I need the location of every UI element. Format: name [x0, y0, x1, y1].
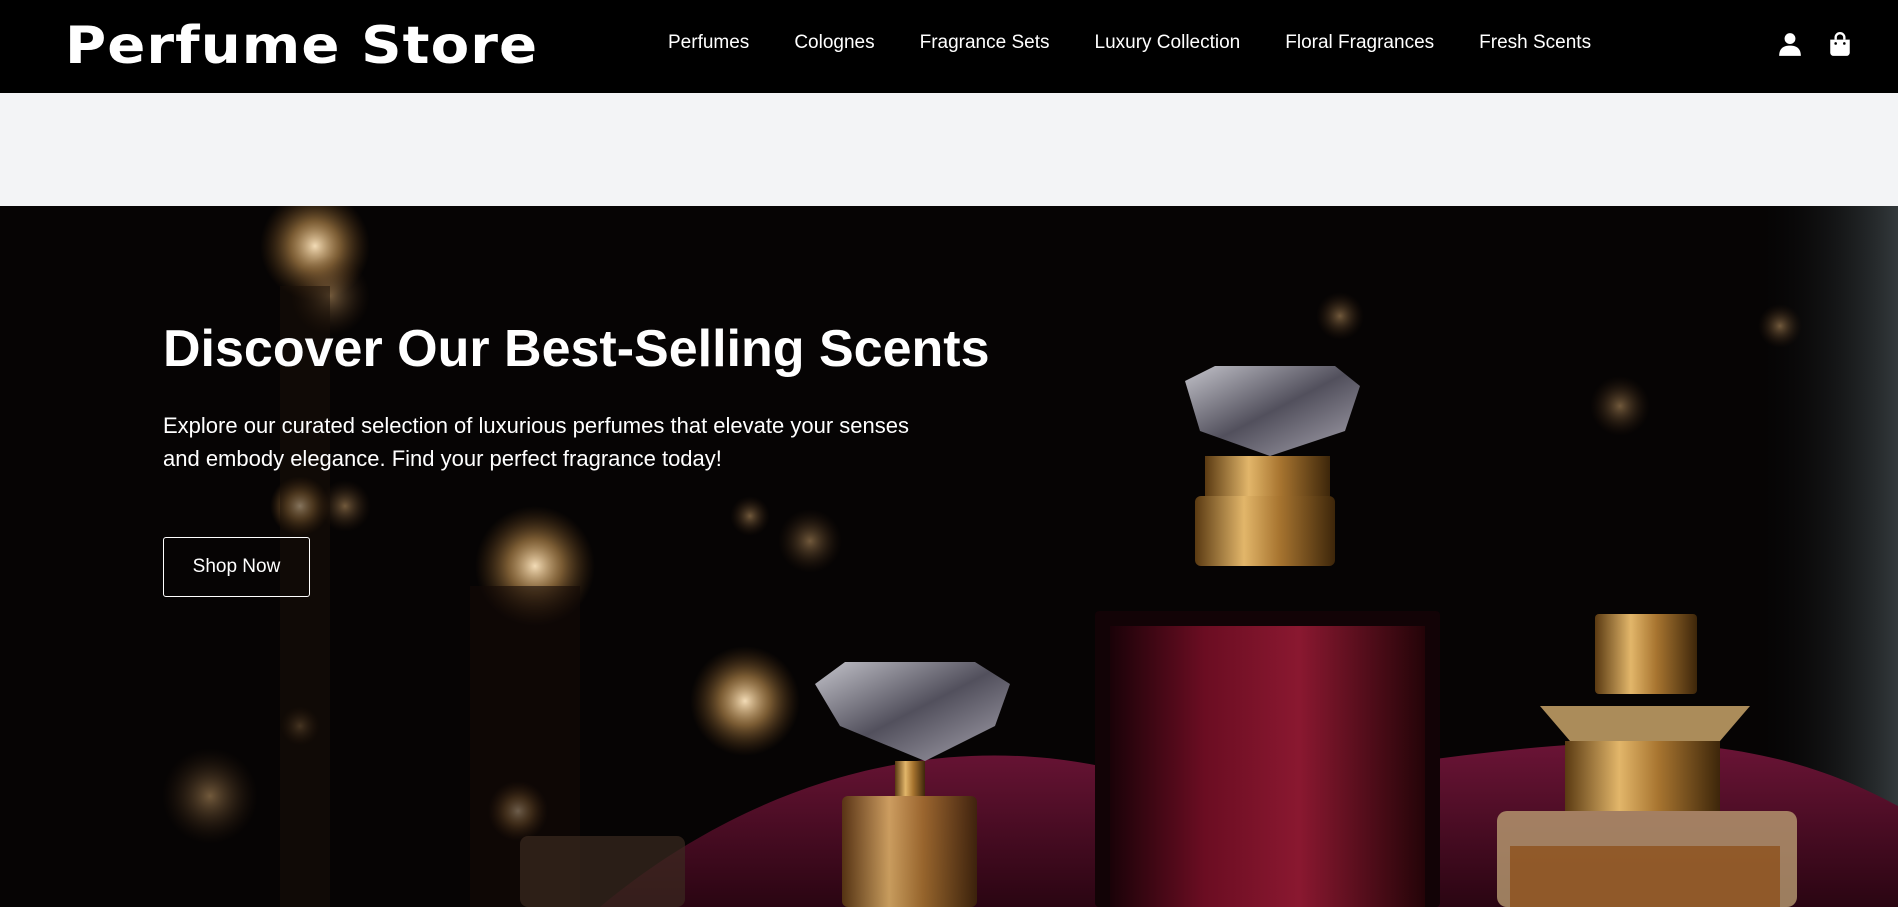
nav-link-floral-fragrances[interactable]: Floral Fragrances	[1285, 32, 1434, 54]
hero-subtitle: Explore our curated selection of luxurio…	[163, 413, 909, 471]
site-header: Perfume Store Perfumes Colognes Fragranc…	[0, 0, 1898, 93]
nav-link-colognes[interactable]: Colognes	[794, 32, 874, 54]
shopping-bag-icon[interactable]	[1827, 31, 1853, 57]
header-icons	[1777, 31, 1853, 57]
shop-now-button[interactable]: Shop Now	[163, 537, 310, 597]
hero-section: Discover Our Best-Selling Scents Explore…	[0, 206, 1898, 907]
nav-link-fresh-scents[interactable]: Fresh Scents	[1479, 32, 1591, 54]
nav-link-fragrance-sets[interactable]: Fragrance Sets	[920, 32, 1050, 54]
banner-spacer	[0, 93, 1898, 206]
main-nav: Perfumes Colognes Fragrance Sets Luxury …	[668, 32, 1636, 54]
user-icon[interactable]	[1777, 31, 1803, 57]
nav-link-luxury-collection[interactable]: Luxury Collection	[1095, 32, 1241, 54]
hero-title: Discover Our Best-Selling Scents	[163, 320, 990, 378]
nav-link-perfumes[interactable]: Perfumes	[668, 32, 749, 54]
site-logo[interactable]: Perfume Store	[65, 20, 538, 72]
